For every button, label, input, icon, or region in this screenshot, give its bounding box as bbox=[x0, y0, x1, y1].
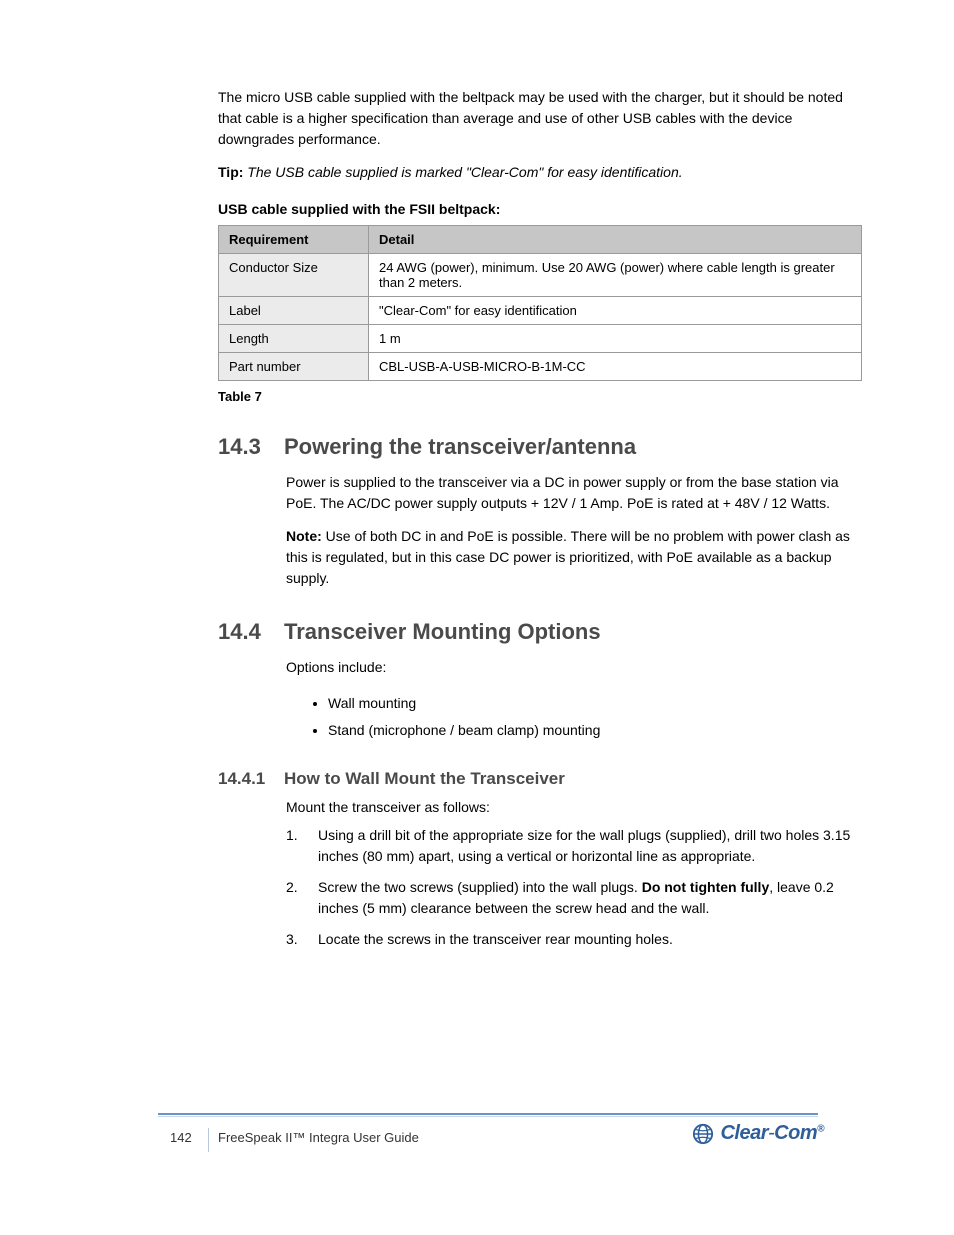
heading-num: 14.3 bbox=[218, 434, 284, 460]
heading-title: How to Wall Mount the Transceiver bbox=[284, 769, 565, 788]
intro-paragraph: The micro USB cable supplied with the be… bbox=[218, 87, 862, 150]
step-number: 1. bbox=[286, 825, 318, 867]
table-cell-key: Length bbox=[219, 325, 369, 353]
step-text: Using a drill bit of the appropriate siz… bbox=[318, 825, 862, 867]
list-item: Stand (microphone / beam clamp) mounting bbox=[328, 717, 862, 744]
table-cell-value: "Clear-Com" for easy identification bbox=[369, 297, 862, 325]
table-row: Label "Clear-Com" for easy identificatio… bbox=[219, 297, 862, 325]
footer-divider bbox=[208, 1128, 209, 1152]
table-cell-key: Part number bbox=[219, 353, 369, 381]
table-row: Length 1 m bbox=[219, 325, 862, 353]
table-cell-key: Conductor Size bbox=[219, 254, 369, 297]
tip-label: Tip: bbox=[218, 164, 243, 180]
step-item: 3. Locate the screws in the transceiver … bbox=[286, 929, 862, 950]
powering-paragraph: Power is supplied to the transceiver via… bbox=[286, 472, 862, 514]
heading-num: 14.4.1 bbox=[218, 769, 284, 789]
table-head-requirement: Requirement bbox=[219, 226, 369, 254]
table-row: Part number CBL-USB-A-USB-MICRO-B-1M-CC bbox=[219, 353, 862, 381]
table-cell-value: 1 m bbox=[369, 325, 862, 353]
list-item: Wall mounting bbox=[328, 690, 862, 717]
table-caption: USB cable supplied with the FSII beltpac… bbox=[218, 201, 862, 217]
table-row: Conductor Size 24 AWG (power), minimum. … bbox=[219, 254, 862, 297]
step-number: 3. bbox=[286, 929, 318, 950]
note-text: Use of both DC in and PoE is possible. T… bbox=[286, 528, 850, 586]
tip-line: Tip: The USB cable supplied is marked "C… bbox=[218, 162, 862, 183]
footer-rule-thin bbox=[158, 1116, 818, 1117]
tip-text: The USB cable supplied is marked "Clear-… bbox=[247, 164, 682, 180]
table-head-detail: Detail bbox=[369, 226, 862, 254]
table-cell-key: Label bbox=[219, 297, 369, 325]
powering-note: Note: Use of both DC in and PoE is possi… bbox=[286, 526, 862, 589]
mounting-intro: Options include: bbox=[286, 657, 862, 678]
step-text: Screw the two screws (supplied) into the… bbox=[318, 877, 862, 919]
step-item: 2. Screw the two screws (supplied) into … bbox=[286, 877, 862, 919]
heading-num: 14.4 bbox=[218, 619, 284, 645]
page-number: 142 bbox=[170, 1130, 192, 1145]
step-number: 2. bbox=[286, 877, 318, 919]
note-label: Note: bbox=[286, 528, 322, 544]
spec-table: Requirement Detail Conductor Size 24 AWG… bbox=[218, 225, 862, 381]
footer-rule bbox=[158, 1113, 818, 1115]
heading-title: Powering the transceiver/antenna bbox=[284, 434, 636, 459]
step-text-bold: Do not tighten fully bbox=[642, 879, 770, 895]
logo-globe-icon bbox=[692, 1123, 714, 1145]
heading-mounting: 14.4Transceiver Mounting Options bbox=[218, 619, 862, 645]
table-number: Table 7 bbox=[218, 389, 862, 404]
heading-title: Transceiver Mounting Options bbox=[284, 619, 601, 644]
table-cell-value: 24 AWG (power), minimum. Use 20 AWG (pow… bbox=[369, 254, 862, 297]
clearcom-logo: Clear-Com® bbox=[692, 1122, 824, 1145]
steps-intro: Mount the transceiver as follows: bbox=[286, 799, 862, 815]
footer-doc-title: FreeSpeak II™ Integra User Guide bbox=[218, 1130, 419, 1145]
step-text-pre: Screw the two screws (supplied) into the… bbox=[318, 879, 638, 895]
logo-text: Clear-Com® bbox=[720, 1122, 824, 1145]
table-cell-value: CBL-USB-A-USB-MICRO-B-1M-CC bbox=[369, 353, 862, 381]
step-text: Locate the screws in the transceiver rea… bbox=[318, 929, 862, 950]
step-item: 1. Using a drill bit of the appropriate … bbox=[286, 825, 862, 867]
heading-wall-mount: 14.4.1How to Wall Mount the Transceiver bbox=[218, 769, 862, 789]
heading-powering: 14.3Powering the transceiver/antenna bbox=[218, 434, 862, 460]
mounting-options-list: Wall mounting Stand (microphone / beam c… bbox=[328, 690, 862, 743]
